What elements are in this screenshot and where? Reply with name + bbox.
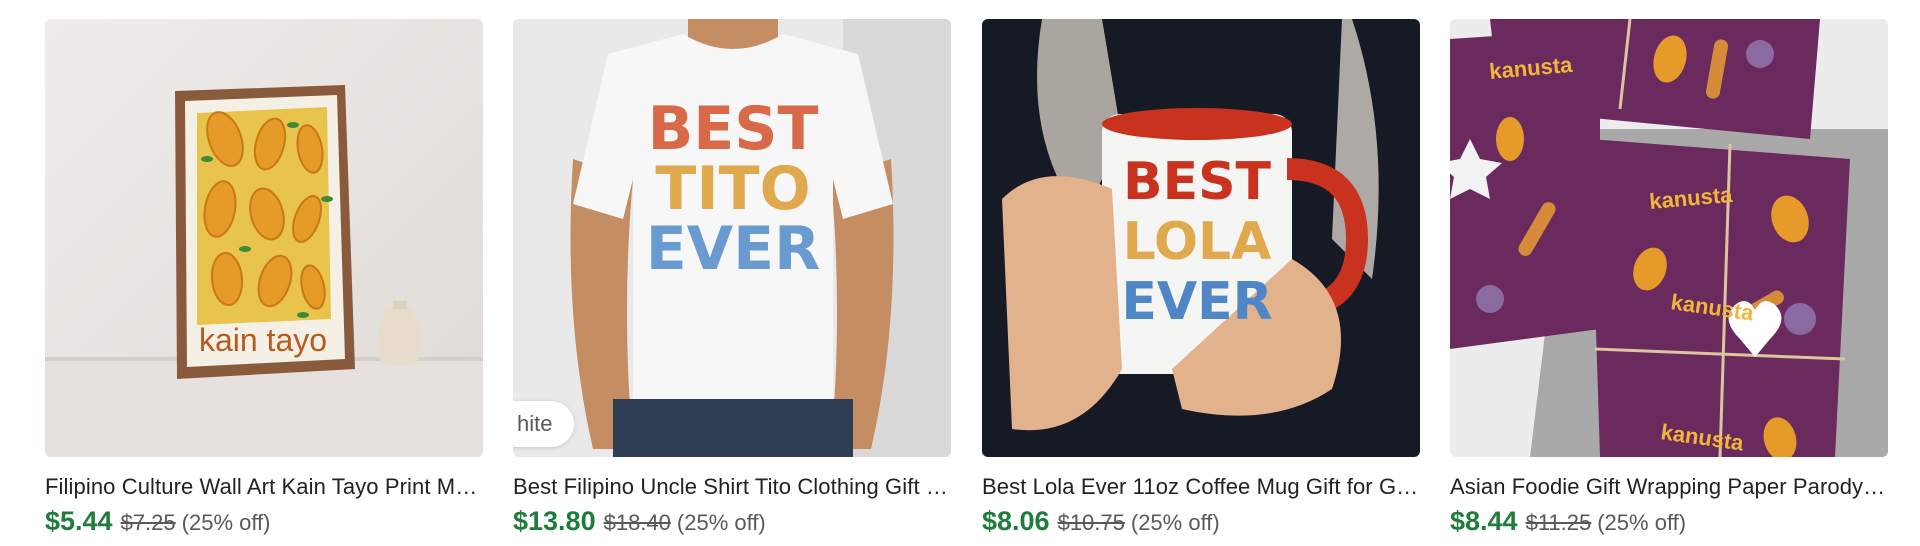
original-price: $10.75	[1057, 510, 1125, 535]
price-row: $5.44 $7.25 (25% off)	[45, 505, 483, 542]
shirt-text-line3: EVER	[646, 214, 821, 284]
listing-card[interactable]: BEST LOLA EVER Best Lola Ever 11oz Coffe…	[982, 19, 1420, 542]
original-price: $11.25	[1525, 510, 1592, 535]
listing-card[interactable]: kanusta kanusta kanusta kanusta Asian Fo…	[1450, 19, 1888, 542]
sale-price: $5.44	[45, 506, 113, 536]
sale-price: $8.44	[1450, 506, 1518, 536]
discount-label: (25% off)	[181, 510, 271, 535]
discount-label: (25% off)	[676, 510, 766, 535]
listing-image[interactable]: BEST TITO EVER hite	[513, 19, 951, 457]
listing-image[interactable]: BEST LOLA EVER	[982, 19, 1420, 457]
color-variant-label: hite	[513, 401, 575, 447]
print-text: kain tayo	[199, 322, 327, 358]
original-price: $7.25	[120, 510, 176, 535]
listing-card[interactable]: kain tayo Filipino Culture Wall Art Kain…	[45, 19, 483, 542]
listing-title[interactable]: Best Filipino Uncle Shirt Tito Clothing …	[513, 473, 951, 501]
mug-text-line2: LOLA	[1123, 212, 1272, 272]
listing-title[interactable]: Asian Foodie Gift Wrapping Paper Parody …	[1450, 473, 1888, 501]
listing-title[interactable]: Filipino Culture Wall Art Kain Tayo Prin…	[45, 473, 483, 501]
mug-text-line3: EVER	[1121, 272, 1272, 332]
listing-grid: kain tayo Filipino Culture Wall Art Kain…	[0, 0, 1920, 546]
listing-title[interactable]: Best Lola Ever 11oz Coffee Mug Gift for …	[982, 473, 1420, 501]
listing-card[interactable]: BEST TITO EVER hite Best Filipino Uncle …	[513, 19, 951, 542]
sale-price: $13.80	[513, 506, 596, 536]
price-row: $8.44 $11.25 (25% off)	[1450, 505, 1888, 542]
original-price: $18.40	[603, 510, 671, 535]
discount-label: (25% off)	[1597, 510, 1687, 535]
discount-label: (25% off)	[1130, 510, 1220, 535]
price-row: $8.06 $10.75 (25% off)	[982, 505, 1420, 542]
sale-price: $8.06	[982, 506, 1050, 536]
listing-image[interactable]: kain tayo	[45, 19, 483, 457]
mug-text-line1: BEST	[1123, 152, 1272, 212]
listing-image[interactable]: kanusta kanusta kanusta kanusta	[1450, 19, 1888, 457]
price-row: $13.80 $18.40 (25% off)	[513, 505, 951, 542]
